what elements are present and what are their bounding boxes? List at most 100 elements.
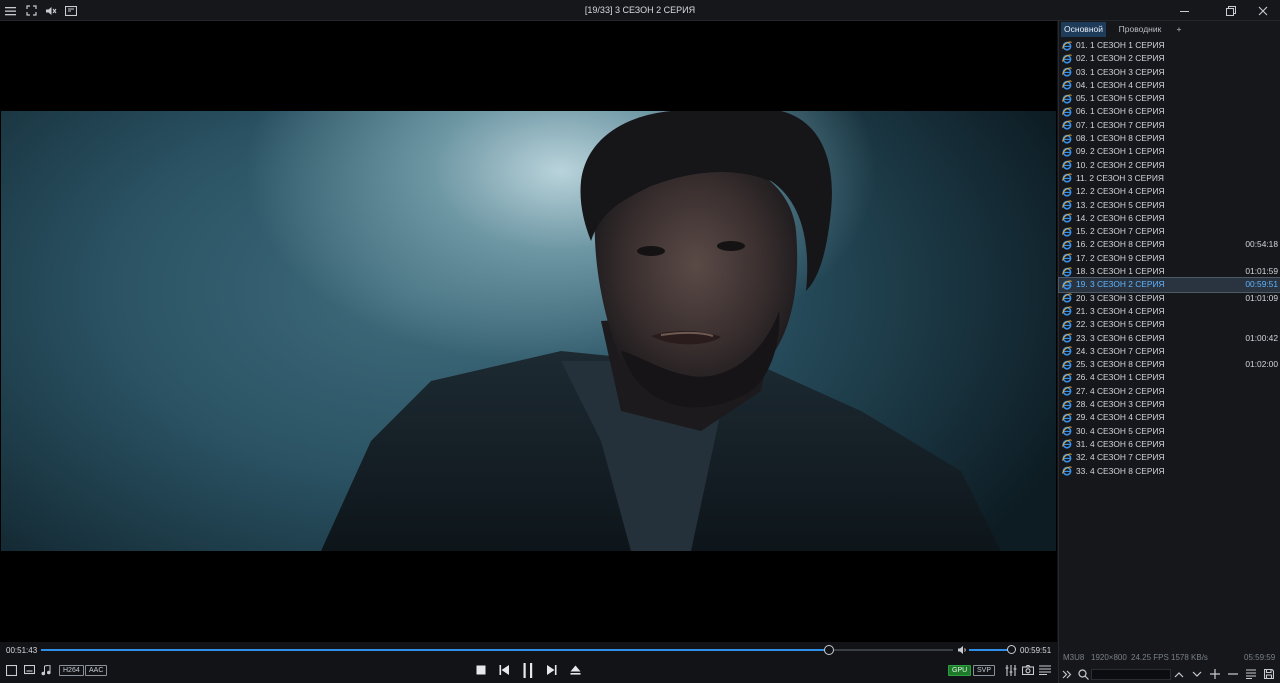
playlist-item-label: 18. 3 СЕЗОН 1 СЕРИЯ [1076, 266, 1165, 277]
playlist-item[interactable]: 20. 3 СЕЗОН 3 СЕРИЯ 01:01:09 [1059, 292, 1280, 305]
internet-explorer-icon [1062, 346, 1072, 356]
playlist-item[interactable]: 26. 4 СЕЗОН 1 СЕРИЯ [1059, 371, 1280, 384]
previous-icon[interactable] [497, 663, 511, 677]
internet-explorer-icon [1062, 307, 1072, 317]
internet-explorer-icon [1062, 333, 1072, 343]
playlist-item[interactable]: 02. 1 СЕЗОН 2 СЕРИЯ [1059, 52, 1280, 65]
internet-explorer-icon [1062, 160, 1072, 170]
playlist-item[interactable]: 23. 3 СЕЗОН 6 СЕРИЯ 01:00:42 [1059, 332, 1280, 345]
playlist-item[interactable]: 11. 2 СЕЗОН 3 СЕРИЯ [1059, 172, 1280, 185]
playlist-item[interactable]: 17. 2 СЕЗОН 9 СЕРИЯ [1059, 252, 1280, 265]
playlist-item[interactable]: 27. 4 СЕЗОН 2 СЕРИЯ [1059, 385, 1280, 398]
playlist-item-label: 01. 1 СЕЗОН 1 СЕРИЯ [1076, 40, 1165, 50]
stop-icon[interactable] [474, 663, 488, 677]
playlist-item[interactable]: 03. 1 СЕЗОН 3 СЕРИЯ [1059, 66, 1280, 79]
playlist-item[interactable]: 21. 3 СЕЗОН 4 СЕРИЯ [1059, 305, 1280, 318]
playlist-item[interactable]: 10. 2 СЕЗОН 2 СЕРИЯ [1059, 159, 1280, 172]
playlist-item-duration: 00:59:51 [1245, 279, 1278, 290]
playlist-item[interactable]: 28. 4 СЕЗОН 3 СЕРИЯ [1059, 398, 1280, 411]
playlist-item[interactable]: 12. 2 СЕЗОН 4 СЕРИЯ [1059, 185, 1280, 198]
move-up-icon[interactable] [1173, 668, 1185, 680]
eject-icon[interactable] [568, 663, 582, 677]
audio-track-icon[interactable] [39, 663, 53, 677]
playlist-item[interactable]: 32. 4 СЕЗОН 7 СЕРИЯ [1059, 451, 1280, 464]
add-item-icon[interactable] [1209, 668, 1221, 680]
playlist-item[interactable]: 08. 1 СЕЗОН 8 СЕРИЯ [1059, 132, 1280, 145]
playlist-item-label: 33. 4 СЕЗОН 8 СЕРИЯ [1076, 465, 1165, 476]
volume-icon[interactable] [957, 645, 967, 655]
restore-button[interactable] [1216, 2, 1246, 19]
internet-explorer-icon [1062, 426, 1072, 436]
playlist-item[interactable]: 18. 3 СЕЗОН 1 СЕРИЯ 01:01:59 [1059, 265, 1280, 278]
playlist-item[interactable]: 06. 1 СЕЗОН 6 СЕРИЯ [1059, 105, 1280, 118]
internet-explorer-icon [1062, 54, 1072, 64]
format-label: M3U8 [1063, 653, 1085, 662]
pause-icon[interactable] [520, 662, 536, 678]
internet-explorer-icon [1062, 200, 1072, 210]
playlist-item-label: 16. 2 СЕЗОН 8 СЕРИЯ [1076, 239, 1165, 250]
internet-explorer-icon [1062, 41, 1072, 51]
internet-explorer-icon [1062, 80, 1072, 90]
volume-bar[interactable] [969, 649, 1011, 651]
playlist-icon[interactable] [1038, 663, 1052, 677]
search-icon[interactable] [1077, 668, 1089, 680]
search-input[interactable] [1091, 669, 1171, 680]
screenshot-camera-icon[interactable] [1021, 663, 1035, 677]
collapse-panel-icon[interactable] [1061, 668, 1073, 680]
tab-add[interactable]: + [1173, 22, 1185, 37]
playlist-item[interactable]: 04. 1 СЕЗОН 4 СЕРИЯ [1059, 79, 1280, 92]
playlist-item-label: 07. 1 СЕЗОН 7 СЕРИЯ [1076, 119, 1165, 130]
playlist-menu-icon[interactable] [1245, 668, 1257, 680]
playlist-item[interactable]: 13. 2 СЕЗОН 5 СЕРИЯ [1059, 199, 1280, 212]
move-down-icon[interactable] [1191, 668, 1203, 680]
subtitles-icon[interactable] [22, 663, 36, 677]
playlist-list: 01. 1 СЕЗОН 1 СЕРИЯ 02. 1 СЕЗОН 2 СЕРИЯ 03… [1058, 39, 1280, 478]
playlist-tabs: Основной Проводник + [1059, 21, 1280, 37]
playlist-item[interactable]: 24. 3 СЕЗОН 7 СЕРИЯ [1059, 345, 1280, 358]
internet-explorer-icon [1062, 360, 1072, 370]
playlist-item[interactable]: 07. 1 СЕЗОН 7 СЕРИЯ [1059, 119, 1280, 132]
next-icon[interactable] [544, 663, 558, 677]
playlist-item[interactable]: 31. 4 СЕЗОН 6 СЕРИЯ [1059, 438, 1280, 451]
aspect-ratio-icon[interactable] [4, 663, 18, 677]
gpu-badge[interactable]: GPU [948, 665, 972, 676]
video-viewport[interactable] [0, 21, 1057, 642]
playlist-item[interactable]: 33. 4 СЕЗОН 8 СЕРИЯ [1059, 465, 1280, 478]
playlist-item-label: 32. 4 СЕЗОН 7 СЕРИЯ [1076, 452, 1165, 463]
volume-handle[interactable] [1007, 645, 1016, 654]
playlist-panel: Основной Проводник + 01. 1 СЕЗОН 1 СЕРИЯ… [1058, 21, 1280, 683]
playlist-item-label: 09. 2 СЕЗОН 1 СЕРИЯ [1076, 146, 1165, 157]
playlist-item[interactable]: 16. 2 СЕЗОН 8 СЕРИЯ 00:54:18 [1059, 238, 1280, 251]
playlist-item[interactable]: 25. 3 СЕЗОН 8 СЕРИЯ 01:02:00 [1059, 358, 1280, 371]
playlist-item-label: 06. 1 СЕЗОН 6 СЕРИЯ [1076, 106, 1165, 117]
minimize-button[interactable] [1170, 2, 1200, 19]
playlist-item[interactable]: 09. 2 СЕЗОН 1 СЕРИЯ [1059, 145, 1280, 158]
playlist-item[interactable]: 05. 1 СЕЗОН 5 СЕРИЯ [1059, 92, 1280, 105]
playlist-item[interactable]: 14. 2 СЕЗОН 6 СЕРИЯ [1059, 212, 1280, 225]
playlist-item[interactable]: 15. 2 СЕЗОН 7 СЕРИЯ [1059, 225, 1280, 238]
playlist-item-duration: 01:00:42 [1245, 332, 1278, 343]
total-duration: 00:59:51 [1020, 646, 1052, 655]
internet-explorer-icon [1062, 280, 1072, 290]
internet-explorer-icon [1062, 120, 1072, 130]
playlist-item[interactable]: 22. 3 СЕЗОН 5 СЕРИЯ [1059, 318, 1280, 331]
playlist-item-label: 29. 4 СЕЗОН 4 СЕРИЯ [1076, 412, 1165, 423]
playlist-item[interactable]: 01. 1 СЕЗОН 1 СЕРИЯ [1059, 39, 1280, 52]
svp-badge[interactable]: SVP [973, 665, 996, 676]
playlist-item[interactable]: 19. 3 СЕЗОН 2 СЕРИЯ 00:59:51 [1058, 277, 1280, 293]
video-frame-figure [321, 111, 1001, 551]
playlist-item-label: 30. 4 СЕЗОН 5 СЕРИЯ [1076, 425, 1165, 436]
playlist-item[interactable]: 30. 4 СЕЗОН 5 СЕРИЯ [1059, 425, 1280, 438]
internet-explorer-icon [1062, 373, 1072, 383]
playlist-item[interactable]: 29. 4 СЕЗОН 4 СЕРИЯ [1059, 411, 1280, 424]
internet-explorer-icon [1062, 466, 1072, 476]
equalizer-icon[interactable] [1004, 663, 1018, 677]
remove-item-icon[interactable] [1227, 668, 1239, 680]
seek-bar[interactable] [41, 645, 953, 655]
save-playlist-icon[interactable] [1263, 668, 1275, 680]
tab-main[interactable]: Основной [1061, 22, 1106, 37]
close-button[interactable] [1248, 2, 1278, 19]
playlist-item-label: 19. 3 СЕЗОН 2 СЕРИЯ [1076, 279, 1165, 290]
seek-handle[interactable] [823, 645, 834, 655]
tab-explorer[interactable]: Проводник [1113, 22, 1167, 37]
